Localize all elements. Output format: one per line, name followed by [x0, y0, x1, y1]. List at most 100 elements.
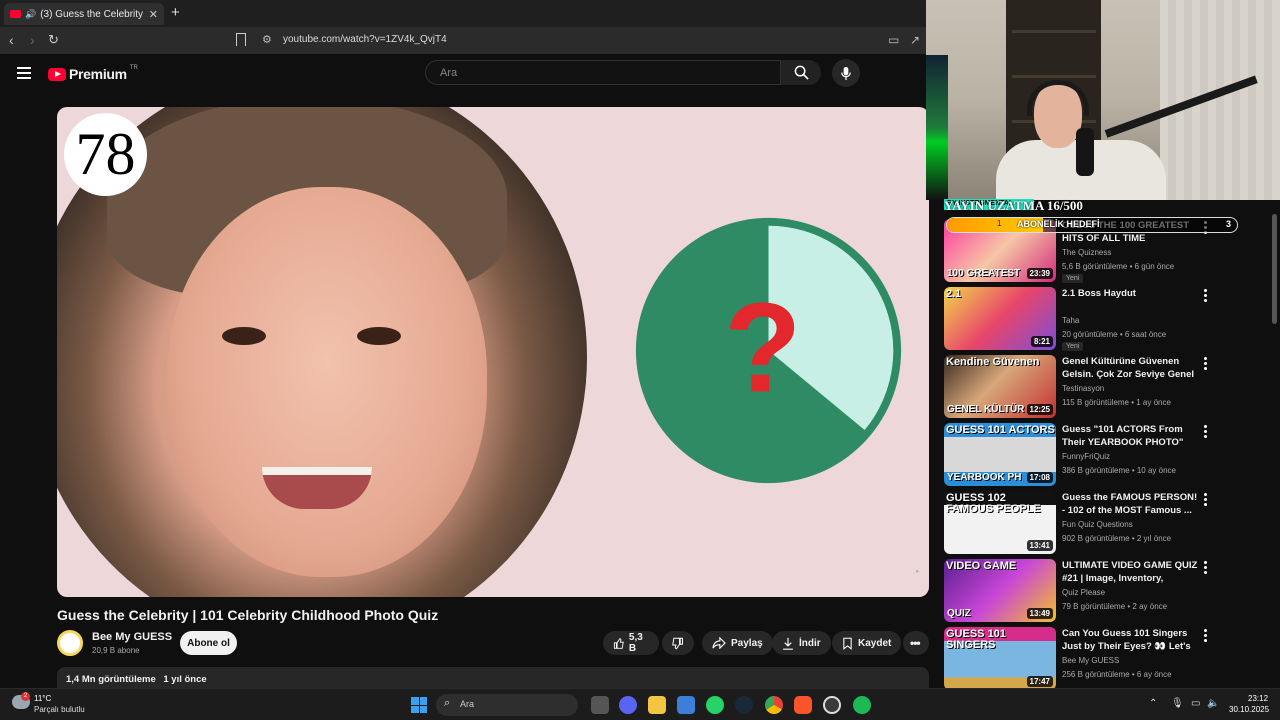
hamburger-menu-icon[interactable]: [17, 67, 31, 82]
video-thumbnail[interactable]: GUESS 102 FAMOUS PEOPLE 13:41: [944, 491, 1056, 554]
subscriber-goal-bar: 1 ABONELİK HEDEFİ 3: [946, 217, 1238, 233]
share-button[interactable]: Paylaş: [702, 631, 773, 655]
more-vertical-icon[interactable]: [1204, 561, 1208, 576]
discord-icon[interactable]: [619, 696, 637, 714]
steam-icon[interactable]: [735, 696, 753, 714]
forward-icon[interactable]: ›: [30, 32, 35, 48]
related-video-item[interactable]: GUESS 102 FAMOUS PEOPLE 13:41 Guess the FA…: [944, 491, 1270, 555]
more-actions-button[interactable]: •••: [903, 631, 929, 655]
channel-name[interactable]: Bee My GUESS: [92, 631, 172, 643]
close-tab-icon[interactable]: ✕: [149, 8, 158, 21]
goal-count: 3: [1225, 219, 1231, 229]
cast-icon[interactable]: ▭: [888, 33, 899, 47]
more-vertical-icon[interactable]: [1204, 425, 1208, 440]
thumbs-up-icon: [613, 637, 624, 649]
question-number: 78: [64, 113, 147, 196]
related-video-item[interactable]: 2.1 8:21 2.1 Boss Haydut Taha 20 görüntüleme…: [944, 287, 1270, 351]
youtube-premium-logo[interactable]: Premium TR: [48, 65, 138, 82]
related-channel-name[interactable]: FunnyFriQuiz: [1062, 452, 1110, 461]
tray-network-icon[interactable]: ▭: [1191, 698, 1200, 709]
spotify-icon[interactable]: [853, 696, 871, 714]
download-button[interactable]: İndir: [772, 631, 831, 655]
clock-date[interactable]: 30.10.2025: [1229, 705, 1269, 714]
video-duration: 13:41: [1026, 540, 1053, 551]
video-thumbnail[interactable]: VIDEO GAME QUIZ 13:49: [944, 559, 1056, 622]
bookmark-icon[interactable]: [236, 33, 246, 46]
weather-description[interactable]: Parçalı bulutlu: [34, 705, 85, 714]
related-channel-name[interactable]: Testinasyon: [1062, 384, 1104, 393]
related-video-title[interactable]: Guess the FAMOUS PERSON! - 102 of the MO…: [1062, 491, 1200, 517]
related-video-meta: 20 görüntüleme • 6 saat önce: [1062, 330, 1167, 339]
related-video-title[interactable]: Guess "101 ACTORS From Their YEARBOOK PH…: [1062, 423, 1200, 449]
video-duration: 17:47: [1026, 676, 1053, 687]
browser-tab[interactable]: 🔊 (3) Guess the Celebrity | 101 C ✕: [4, 3, 164, 25]
thumbnail-top-text: GUESS 101 ACTORS: [946, 424, 1055, 436]
url-field[interactable]: youtube.com/watch?v=1ZV4k_QvjT4: [283, 34, 447, 45]
stream-goal-text: YAYIN UZATMA 16/500: [944, 198, 1083, 213]
related-channel-name[interactable]: The Quizness: [1062, 248, 1111, 257]
channel-avatar[interactable]: [57, 630, 83, 656]
sidebar-scrollbar[interactable]: [1272, 214, 1277, 324]
search-icon: [794, 65, 809, 80]
related-channel-name[interactable]: Bee My GUESS: [1062, 656, 1119, 665]
browser-tab-bar: 🔊 (3) Guess the Celebrity | 101 C ✕ +: [0, 0, 926, 27]
microsoft-store-icon[interactable]: [677, 696, 695, 714]
related-video-item[interactable]: VIDEO GAME QUIZ 13:49 ULTIMATE VIDEO GAME Q…: [944, 559, 1270, 623]
logo-country-badge: TR: [129, 65, 138, 71]
clock-time[interactable]: 23:12: [1248, 694, 1268, 703]
reload-icon[interactable]: ↻: [48, 32, 59, 48]
search-button[interactable]: [781, 60, 821, 85]
chrome-icon[interactable]: [765, 696, 783, 714]
whatsapp-icon[interactable]: [706, 696, 724, 714]
tray-volume-icon[interactable]: 🔈: [1207, 698, 1219, 709]
like-button[interactable]: 5,3 B: [603, 631, 659, 655]
thumbnail-top-text: GUESS 102 FAMOUS PEOPLE: [946, 492, 1041, 515]
shelf-board: [1012, 75, 1096, 78]
search-input[interactable]: Ara: [425, 60, 781, 85]
more-vertical-icon[interactable]: [1204, 289, 1208, 304]
related-channel-name[interactable]: Quiz Please: [1062, 588, 1105, 597]
related-video-item[interactable]: GUESS 101 SINGERS 17:47 Can You Guess 101 …: [944, 627, 1270, 691]
goal-label: ABONELİK HEDEFİ: [1017, 219, 1100, 229]
back-icon[interactable]: ‹: [9, 32, 14, 48]
video-player[interactable]: 78 ? ●: [57, 107, 929, 597]
video-thumbnail[interactable]: GUESS 101 SINGERS 17:47: [944, 627, 1056, 690]
shelf-board: [1012, 30, 1096, 33]
channel-watermark-icon: ●: [915, 569, 919, 575]
tray-overflow-icon[interactable]: ⌃: [1149, 698, 1157, 709]
brave-browser-icon[interactable]: [794, 696, 812, 714]
photo-eye-left: [222, 327, 266, 345]
tab-title: (3) Guess the Celebrity | 101 C: [40, 8, 145, 20]
voice-search-button[interactable]: [832, 59, 860, 87]
obs-icon[interactable]: [823, 696, 841, 714]
related-video-item[interactable]: GUESS 101 ACTORS YEARBOOK PH 17:08 Guess "1…: [944, 423, 1270, 487]
video-thumbnail[interactable]: GUESS 101 ACTORS YEARBOOK PH 17:08: [944, 423, 1056, 486]
temperature[interactable]: 11°C: [34, 694, 51, 703]
like-count: 5,3 B: [628, 632, 643, 654]
more-vertical-icon[interactable]: [1204, 357, 1208, 372]
related-channel-name[interactable]: Taha: [1062, 316, 1079, 325]
share-label: Paylaş: [731, 637, 763, 649]
taskbar-search[interactable]: Ara: [436, 694, 578, 716]
related-video-title[interactable]: ULTIMATE VIDEO GAME QUIZ #21 | Image, In…: [1062, 559, 1200, 585]
more-vertical-icon[interactable]: [1204, 629, 1208, 644]
site-info-icon[interactable]: ⚙: [262, 33, 272, 46]
video-thumbnail[interactable]: Kendine Güvenen GENEL KÜLTÜR 12:25: [944, 355, 1056, 418]
tray-microphone-icon[interactable]: 🎙: [1171, 698, 1184, 709]
file-explorer-icon[interactable]: [648, 696, 666, 714]
related-video-title[interactable]: Genel Kültürüne Güvenen Gelsin. Çok Zor …: [1062, 355, 1200, 381]
related-video-title[interactable]: 2.1 Boss Haydut: [1062, 287, 1200, 300]
new-tab-icon[interactable]: +: [171, 4, 180, 21]
save-button[interactable]: Kaydet: [832, 631, 902, 655]
video-thumbnail[interactable]: 2.1 8:21: [944, 287, 1056, 350]
related-channel-name[interactable]: Fun Quiz Questions: [1062, 520, 1133, 529]
share-page-icon[interactable]: ↗: [910, 33, 920, 47]
subscribe-button[interactable]: Abone ol: [180, 631, 237, 655]
dislike-button[interactable]: [662, 631, 694, 655]
task-view-icon[interactable]: [591, 696, 609, 714]
more-vertical-icon[interactable]: [1204, 493, 1208, 508]
related-video-title[interactable]: Can You Guess 101 Singers Just by Their …: [1062, 627, 1200, 653]
windows-start-icon[interactable]: [411, 697, 427, 713]
thumbnail-top-text: GUESS 101 SINGERS: [946, 628, 1006, 651]
related-video-item[interactable]: Kendine Güvenen GENEL KÜLTÜR 12:25 Genel Kü…: [944, 355, 1270, 419]
